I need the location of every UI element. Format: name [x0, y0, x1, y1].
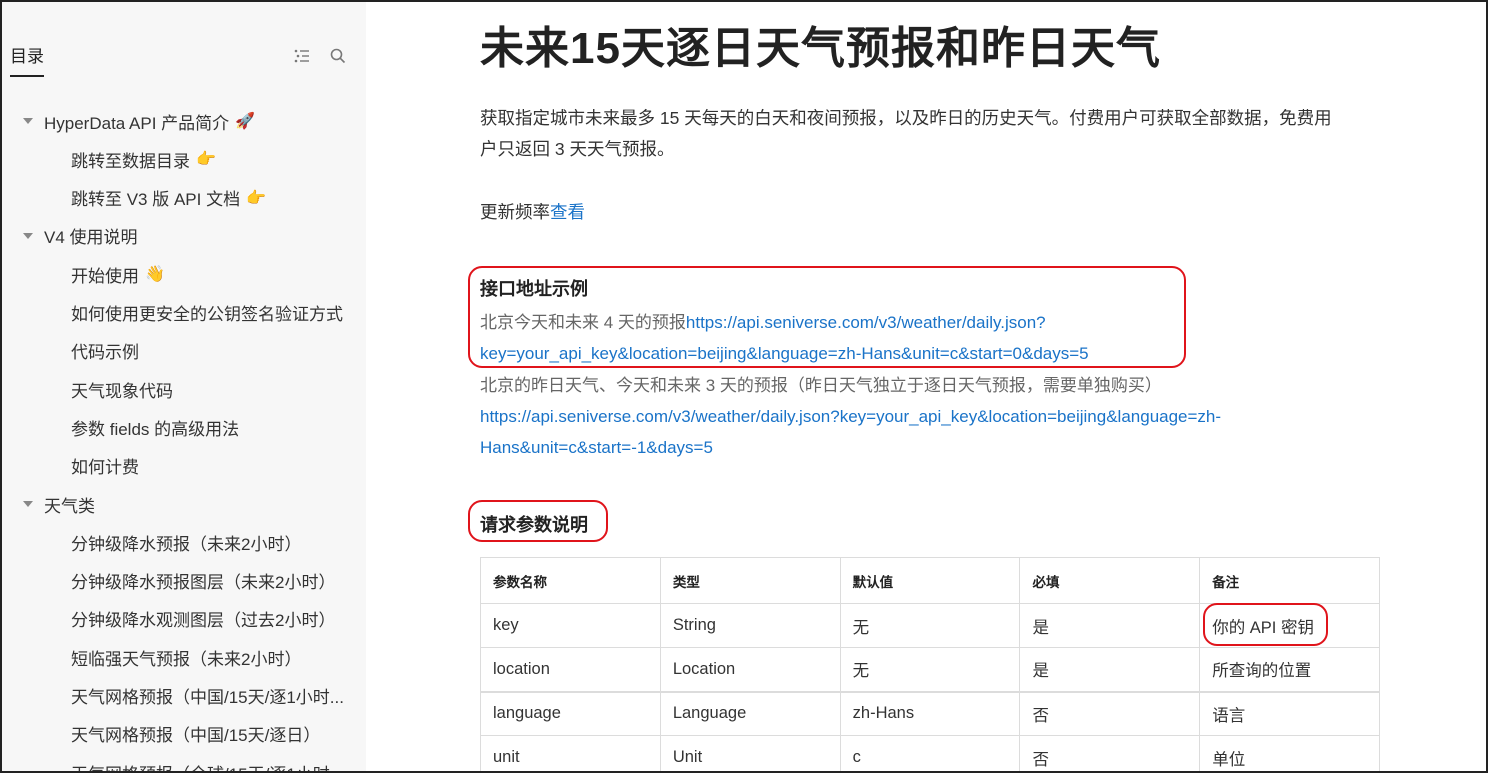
sidebar-item-label: 参数 fields 的高级用法 — [71, 419, 240, 439]
sidebar-item[interactable]: HyperData API 产品简介 🚀 — [22, 108, 255, 134]
sidebar-item[interactable]: 天气网格预报（中国/15天/逐日） — [71, 721, 320, 747]
sidebar-item[interactable]: 如何计费 — [71, 453, 139, 479]
sidebar-item[interactable]: 如何使用更安全的公钥签名验证方式 — [71, 300, 343, 326]
table-row: language Language zh-Hans 否 语言 — [480, 690, 1380, 736]
sidebar-item-label: 开始使用 — [71, 266, 139, 286]
caret-down-icon[interactable] — [22, 230, 34, 242]
cell-default: 无 — [839, 603, 1021, 648]
cell-default: c — [839, 735, 1021, 771]
sidebar-item-label: 天气现象代码 — [71, 381, 173, 401]
sidebar-item[interactable]: 分钟级降水预报图层（未来2小时） — [71, 568, 335, 594]
cell-type: String — [659, 603, 841, 648]
cell-note: 单位 — [1199, 735, 1380, 771]
sidebar-item[interactable]: 跳转至数据目录 👉 — [71, 146, 216, 172]
sidebar-item[interactable]: 天气网格预报（全球/15天/逐1小时... — [71, 759, 344, 771]
cell-note: 所查询的位置 — [1199, 647, 1380, 692]
sidebar-item[interactable]: 天气类 — [22, 491, 95, 517]
cell-note: 语言 — [1199, 690, 1380, 736]
doc-content: 未来15天逐日天气预报和昨日天气 获取指定城市未来最多 15 天每天的白天和夜间… — [366, 2, 1486, 771]
example-1-url-b[interactable]: key=your_api_key&location=beijing&langua… — [480, 338, 1380, 369]
toc-tools — [292, 46, 348, 66]
sidebar-item[interactable]: 天气现象代码 — [71, 376, 173, 402]
example-2-url-b[interactable]: Hans&unit=c&start=-1&days=5 — [480, 432, 1380, 463]
update-frequency: 更新频率查看 — [480, 197, 1380, 228]
waving-hand-icon: 👋 — [145, 266, 165, 284]
th-required: 必填 — [1019, 557, 1201, 604]
update-label: 更新频率 — [480, 202, 550, 222]
search-icon[interactable] — [328, 46, 348, 66]
th-name: 参数名称 — [480, 557, 661, 604]
th-note: 备注 — [1199, 557, 1380, 604]
api-key-link[interactable]: 你的 API 密钥 — [1199, 603, 1380, 648]
sidebar-item[interactable]: 代码示例 — [71, 338, 139, 364]
list-outline-icon[interactable] — [292, 46, 312, 66]
sidebar-item-label: 短临强天气预报（未来2小时） — [71, 649, 302, 669]
sidebar-item[interactable]: 分钟级降水观测图层（过去2小时） — [71, 606, 335, 632]
sidebar-item[interactable]: 天气网格预报（中国/15天/逐1小时... — [71, 683, 344, 709]
sidebar-item-label: V4 使用说明 — [44, 228, 138, 248]
sidebar-item-label: 分钟级降水预报图层（未来2小时） — [71, 573, 336, 593]
intro-line-2: 户只返回 3 天天气预报。 — [480, 139, 675, 159]
sidebar-item-label: 如何计费 — [71, 458, 139, 478]
sidebar-item[interactable]: V4 使用说明 — [22, 223, 138, 249]
th-type: 类型 — [659, 557, 841, 604]
cell-name: language — [480, 690, 661, 736]
intro-line-1: 获取指定城市未来最多 15 天每天的白天和夜间预报，以及昨日的历史天气。付费用户… — [480, 108, 1332, 128]
sidebar-item-label: 分钟级降水预报（未来2小时） — [71, 534, 302, 554]
toc-header: 目录 — [10, 42, 44, 77]
language-type-link[interactable]: Language — [659, 690, 841, 736]
params-heading: 请求参数说明 — [480, 515, 588, 535]
example-heading: 接口地址示例 — [480, 279, 588, 299]
sidebar-item-label: 如何使用更安全的公钥签名验证方式 — [71, 305, 343, 324]
location-type-link[interactable]: Location — [659, 647, 841, 692]
cell-default: 无 — [839, 647, 1021, 692]
sidebar-item-label: 跳转至数据目录 — [71, 151, 190, 171]
rocket-icon: 🚀 — [235, 113, 256, 130]
sidebar-item[interactable]: 跳转至 V3 版 API 文档 👉 — [71, 185, 266, 211]
sidebar-item-label: 天气类 — [44, 496, 95, 516]
intro-paragraph: 获取指定城市未来最多 15 天每天的白天和夜间预报，以及昨日的历史天气。付费用户… — [480, 103, 1380, 165]
toc-title: 目录 — [10, 42, 44, 77]
caret-down-icon[interactable] — [22, 115, 34, 127]
sidebar-item[interactable]: 参数 fields 的高级用法 — [71, 414, 239, 440]
sidebar-item-label: 代码示例 — [71, 343, 139, 363]
cell-required: 否 — [1019, 690, 1201, 736]
cell-required: 是 — [1019, 647, 1201, 692]
cell-name: unit — [480, 735, 661, 771]
sidebar-item-label: 跳转至 V3 版 API 文档 — [71, 190, 241, 210]
table-row: unit Unit c 否 单位 — [480, 735, 1380, 771]
example-1-url-a[interactable]: https://api.seniverse.com/v3/weather/dai… — [686, 313, 1046, 332]
unit-type-link[interactable]: Unit — [659, 735, 841, 771]
sidebar-item-label: 天气网格预报（中国/15天/逐日） — [71, 726, 321, 746]
cell-required: 是 — [1019, 603, 1201, 648]
caret-down-icon[interactable] — [22, 498, 34, 510]
table-row: key String 无 是 你的 API 密钥 — [480, 603, 1380, 648]
sidebar-item-label: HyperData API 产品简介 — [44, 113, 230, 133]
cell-name: key — [480, 603, 661, 648]
table-header-row: 参数名称 类型 默认值 必填 备注 — [480, 557, 1380, 604]
sidebar-item-label: 分钟级降水观测图层（过去2小时） — [71, 611, 336, 631]
sidebar-item[interactable]: 开始使用 👋 — [71, 261, 165, 287]
cell-default: zh-Hans — [839, 690, 1021, 736]
sidebar-item-label: 天气网格预报（中国/15天/逐1小时... — [71, 688, 344, 707]
example-1: 北京今天和未来 4 天的预报https://api.seniverse.com/… — [480, 307, 1380, 369]
page-title: 未来15天逐日天气预报和昨日天气 — [480, 24, 1161, 73]
update-link[interactable]: 查看 — [550, 202, 585, 222]
example-2: 北京的昨日天气、今天和未来 3 天的预报（昨日天气独立于逐日天气预报，需要单独购… — [480, 370, 1380, 463]
pointing-hand-icon: 👉 — [196, 151, 216, 169]
sidebar-item[interactable]: 分钟级降水预报（未来2小时） — [71, 529, 301, 555]
example-2-url-a[interactable]: https://api.seniverse.com/v3/weather/dai… — [480, 401, 1380, 432]
cell-required: 否 — [1019, 735, 1201, 771]
example-2-desc: 北京的昨日天气、今天和未来 3 天的预报（昨日天气独立于逐日天气预报，需要单独购… — [480, 376, 1162, 395]
sidebar-item[interactable]: 短临强天气预报（未来2小时） — [71, 644, 301, 670]
th-default: 默认值 — [839, 557, 1021, 604]
toc-sidebar: 目录 HyperData API 产品简介 🚀 跳转至数据目录 👉 跳转至 V3 版 A… — [2, 2, 366, 771]
pointing-hand-icon: 👉 — [246, 189, 267, 207]
sidebar-item-label: 天气网格预报（全球/15天/逐1小时... — [71, 760, 344, 771]
params-table: 参数名称 类型 默认值 必填 备注 key String 无 是 你的 API … — [480, 557, 1380, 771]
example-1-desc: 北京今天和未来 4 天的预报 — [480, 313, 686, 332]
cell-name: location — [480, 647, 661, 692]
table-row: location Location 无 是 所查询的位置 — [480, 647, 1380, 692]
